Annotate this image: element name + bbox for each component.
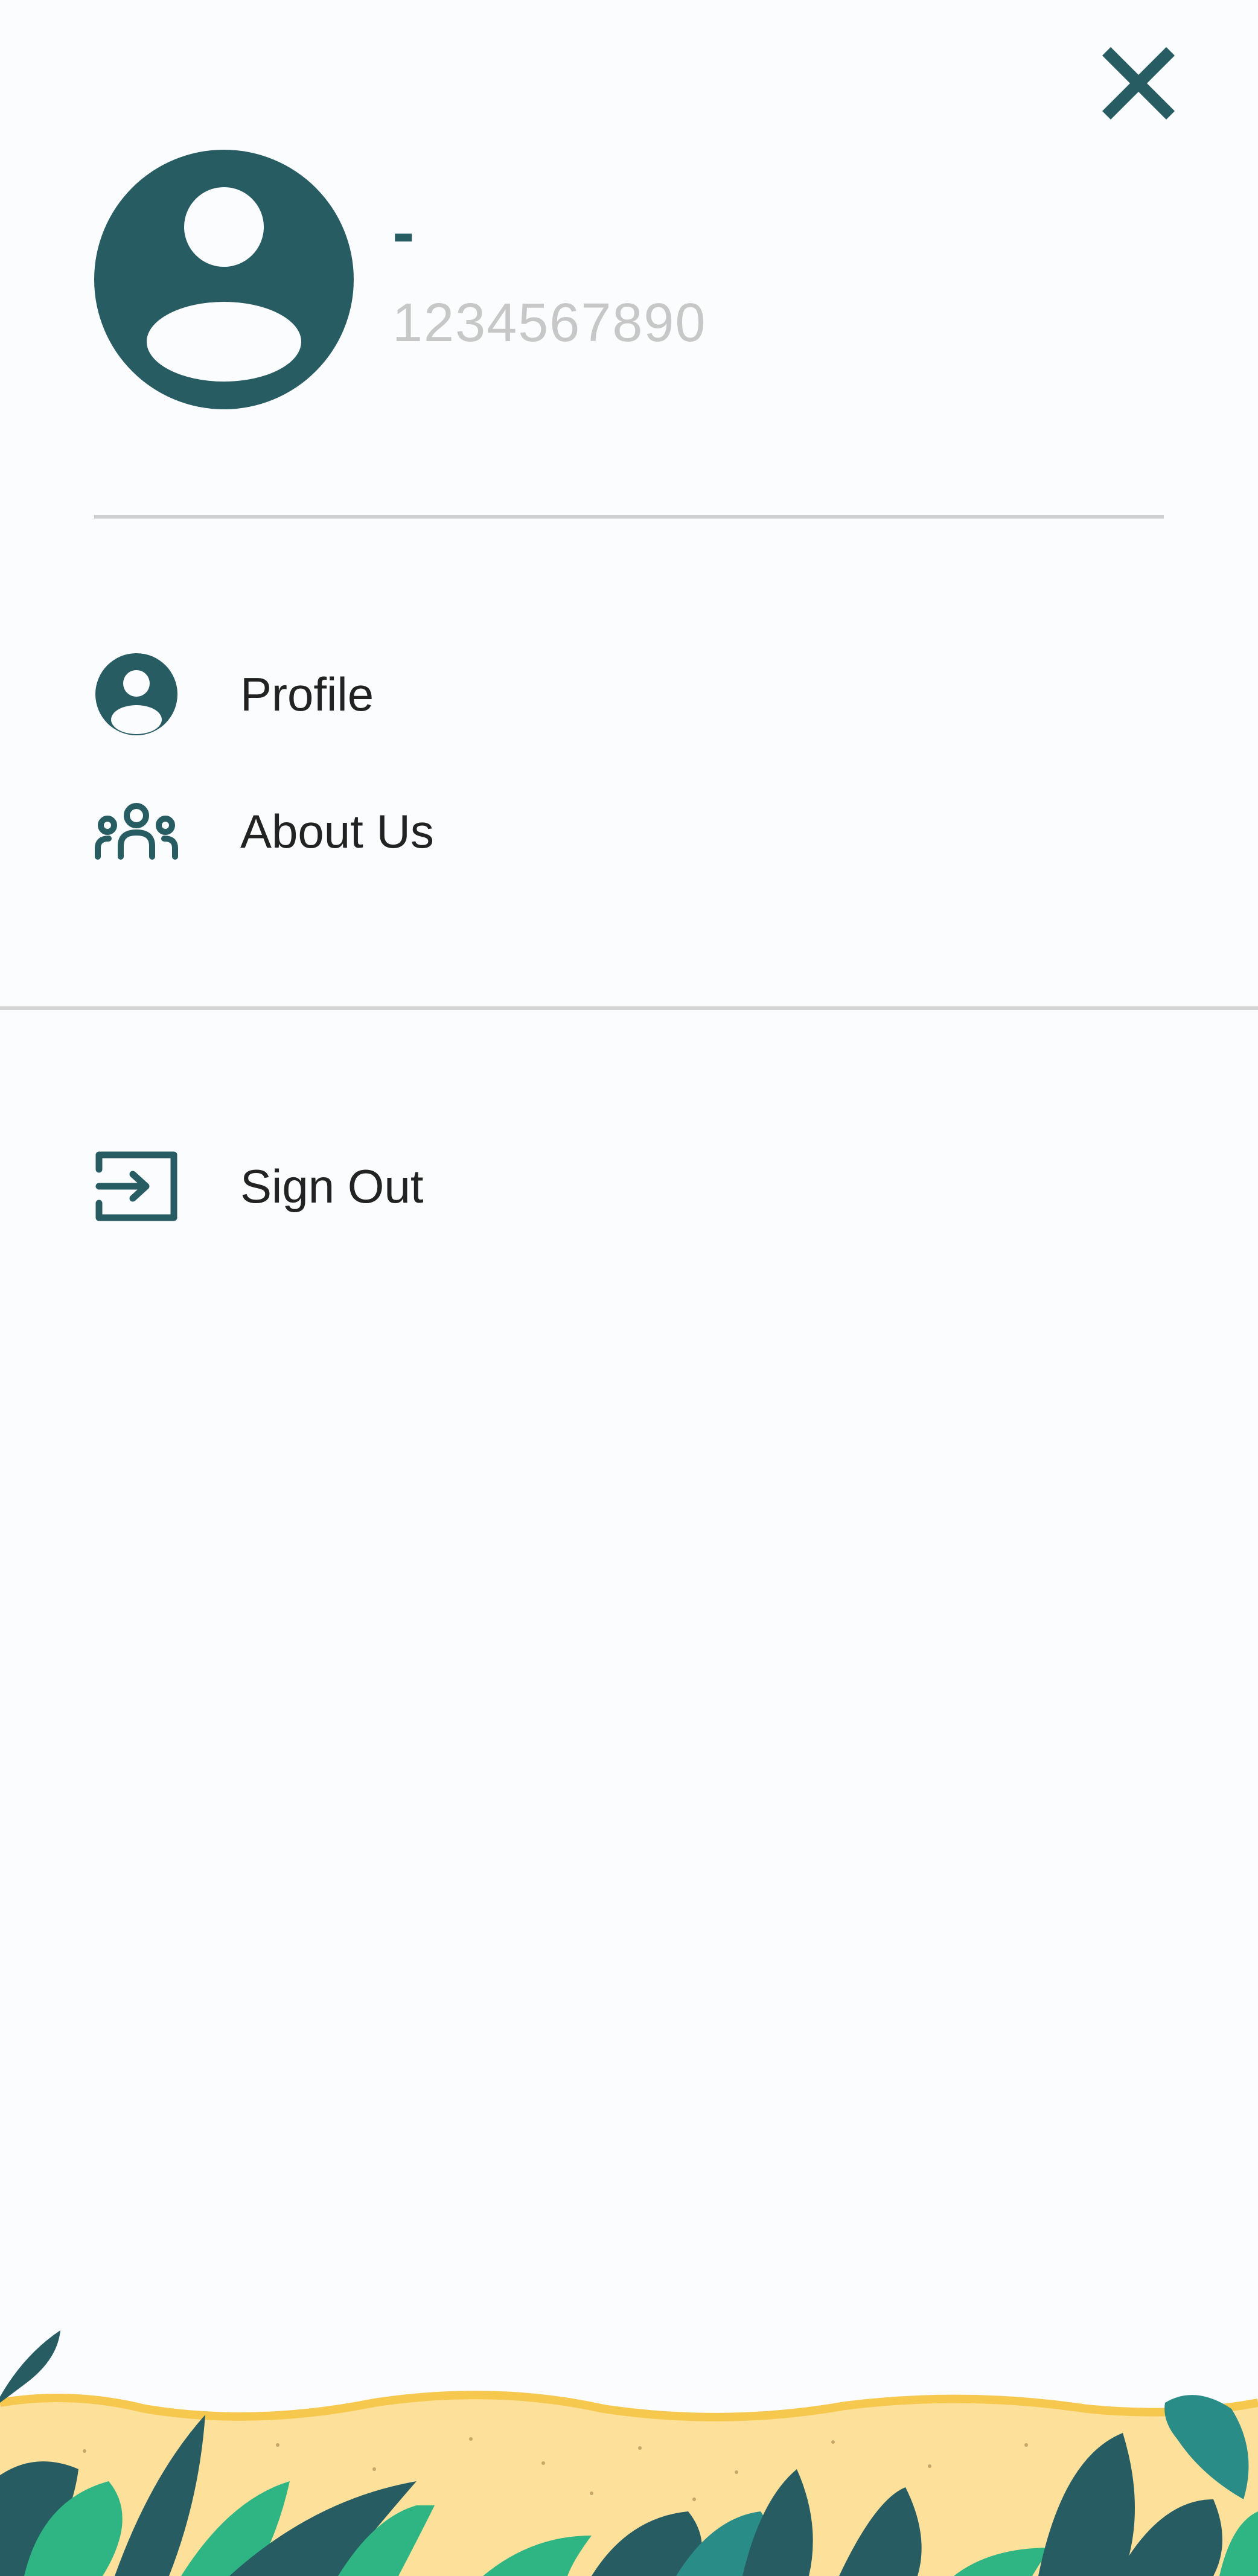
user-phone: 1234567890 — [392, 293, 707, 353]
menu-item-label: Profile — [240, 668, 374, 721]
menu-item-label: Sign Out — [240, 1160, 424, 1213]
sign-out-icon — [94, 1144, 179, 1229]
avatar — [94, 150, 354, 409]
divider — [0, 1006, 1258, 1010]
menu-item-label: About Us — [240, 805, 434, 858]
users-group-icon — [94, 789, 179, 874]
menu-item-about-us[interactable]: About Us — [94, 780, 1164, 883]
user-avatar-icon — [94, 150, 354, 409]
menu-item-profile[interactable]: Profile — [94, 643, 1164, 746]
user-name: - — [392, 195, 415, 269]
close-button[interactable] — [1097, 42, 1180, 124]
close-icon — [1102, 47, 1175, 120]
sign-out-button[interactable]: Sign Out — [94, 1135, 1164, 1238]
navigation-drawer: - 1234567890 Profile About Us Sign Out — [0, 0, 1258, 2576]
divider — [94, 515, 1164, 519]
jungle-footer-illustration — [0, 2318, 1258, 2576]
user-circle-icon — [94, 652, 179, 737]
